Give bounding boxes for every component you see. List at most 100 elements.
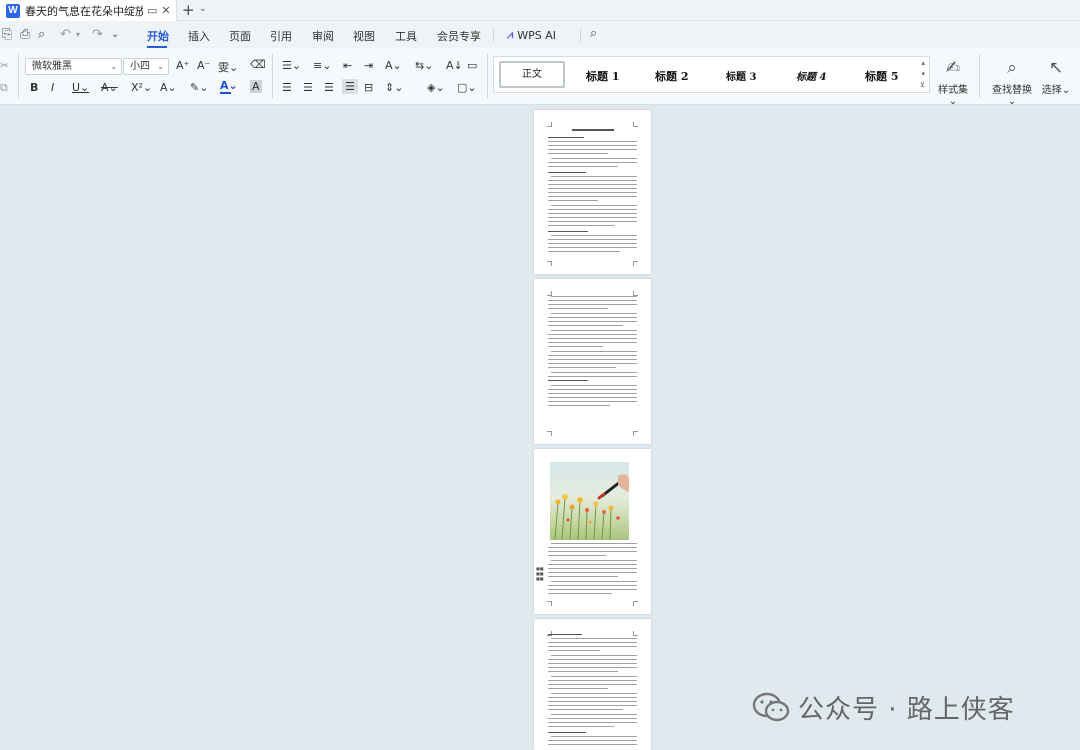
style-gallery: 正文 标题 1 标题 2 标题 3 标题 4 标题 5 ▴ ▾ ⊻: [493, 56, 930, 93]
line-spacing-icon[interactable]: ⇕⌄: [385, 81, 403, 94]
tab-wps-ai[interactable]: ⩘ WPS AI: [507, 28, 556, 42]
text-line: [551, 235, 637, 236]
document-page-3[interactable]: ■■ ■■ ■■: [534, 449, 651, 614]
increase-indent-icon[interactable]: ⇥: [364, 59, 373, 72]
text-effect-icon[interactable]: A⌄: [160, 81, 177, 94]
style-heading-4[interactable]: 标题 4: [796, 68, 826, 83]
numbered-list-icon[interactable]: ≡⌄: [313, 59, 331, 72]
strikethrough-icon[interactable]: A⌄: [101, 81, 118, 94]
comment-marker[interactable]: ■■ ■■ ■■: [536, 566, 544, 581]
undo-icon[interactable]: ↶: [60, 27, 71, 42]
document-page-2[interactable]: [534, 279, 651, 444]
paste-icon[interactable]: ⧉: [0, 81, 8, 95]
font-size-value: 小四: [130, 61, 150, 72]
cut-icon[interactable]: ✂: [0, 59, 9, 72]
sort-icon[interactable]: A↓: [446, 59, 463, 72]
font-size-select[interactable]: 小四 ⌄: [123, 58, 169, 75]
font-color-bar: [220, 92, 231, 94]
text-line: [548, 192, 637, 193]
style-heading-3[interactable]: 标题 3: [726, 68, 756, 83]
bold-icon[interactable]: B: [30, 81, 38, 94]
chinese-layout-icon[interactable]: ⇆⌄: [415, 59, 433, 72]
text-line: [548, 317, 637, 318]
tab-list-chevron-icon[interactable]: ⌄: [199, 4, 207, 14]
distributed-icon[interactable]: ⊟: [364, 81, 373, 94]
close-tab-icon[interactable]: ✕: [161, 4, 170, 17]
text-line: [548, 697, 637, 698]
justify-icon[interactable]: ☰: [342, 79, 358, 94]
text-line: [551, 581, 637, 582]
text-line: [548, 380, 588, 381]
select-button[interactable]: ↖ 选择⌄: [1040, 58, 1072, 96]
style-heading-2[interactable]: 标题 2: [655, 68, 688, 84]
gallery-more-icon[interactable]: ⊻: [920, 81, 925, 89]
tab-page[interactable]: 页面: [229, 28, 251, 44]
search-icon[interactable]: ⌕: [590, 26, 597, 41]
more-chevron-icon[interactable]: ⌄: [111, 29, 119, 40]
increase-font-icon[interactable]: A⁺: [176, 59, 189, 72]
tab-references[interactable]: 引用: [270, 28, 292, 44]
page-corner-mark: [633, 631, 638, 636]
highlight-icon[interactable]: ✎⌄: [190, 81, 208, 94]
text-line: [548, 342, 637, 343]
document-page-1[interactable]: [534, 110, 651, 274]
style-normal[interactable]: 正文: [499, 61, 565, 88]
ribbon-toolbar: ✂ ⧉ 微软雅黑 ⌄ 小四 ⌄ A⁺ A⁻ 雯⌄ ⌫ B I U⌄ A⌄ X²⌄…: [0, 48, 1080, 107]
align-center-icon[interactable]: ☰: [303, 81, 313, 94]
show-marks-icon[interactable]: ▭: [467, 59, 477, 72]
decrease-indent-icon[interactable]: ⇤: [343, 59, 352, 72]
page-corner-mark: [633, 122, 638, 127]
new-tab-button[interactable]: +: [182, 1, 195, 19]
bullet-list-icon[interactable]: ☰⌄: [282, 59, 301, 72]
border-icon[interactable]: ▢⌄: [457, 81, 477, 94]
text-line: [548, 659, 637, 660]
tab-review[interactable]: 审阅: [312, 28, 334, 44]
gallery-up-icon[interactable]: ▴: [921, 59, 925, 67]
italic-icon[interactable]: I: [51, 81, 54, 94]
shading-icon[interactable]: ◈⌄: [427, 81, 445, 94]
text-line: [548, 225, 614, 226]
text-line: [548, 646, 637, 647]
character-shading-icon[interactable]: A: [250, 80, 262, 93]
menu-bar: ⎘ ⎙ ⌕ ↶ ▾ ↷ ⌄ 开始 插入 页面 引用 审阅 视图 工具 会员专享 …: [0, 21, 1080, 48]
style-heading-1[interactable]: 标题 1: [586, 68, 619, 84]
illustration-image[interactable]: [550, 462, 629, 540]
undo-dropdown-icon[interactable]: ▾: [76, 30, 80, 39]
decrease-font-icon[interactable]: A⁻: [197, 59, 210, 72]
text-line: [548, 243, 637, 244]
font-family-select[interactable]: 微软雅黑 ⌄: [25, 58, 122, 75]
gallery-down-icon[interactable]: ▾: [921, 70, 925, 78]
style-set-button[interactable]: ✍ 样式集⌄: [935, 58, 971, 107]
find-replace-button[interactable]: ⌕ 查找替换⌄: [988, 58, 1036, 107]
text-line: [548, 393, 637, 394]
text-line: [548, 688, 608, 689]
align-left-icon[interactable]: ☰: [282, 81, 292, 94]
print-icon[interactable]: ⎙: [20, 27, 30, 42]
chevron-down-icon: ⌄: [1061, 85, 1071, 96]
style-heading-5[interactable]: 标题 5: [865, 68, 898, 84]
font-color-icon[interactable]: A⌄: [220, 79, 238, 92]
superscript-icon[interactable]: X²⌄: [131, 81, 152, 94]
document-page-4[interactable]: [534, 619, 651, 750]
print-preview-icon[interactable]: ⌕: [38, 27, 45, 42]
tab-home[interactable]: 开始: [147, 28, 169, 44]
tab-tools[interactable]: 工具: [395, 28, 417, 44]
redo-icon[interactable]: ↷: [92, 27, 103, 42]
align-right-icon[interactable]: ☰: [324, 81, 334, 94]
text-line: [551, 714, 637, 715]
underline-icon[interactable]: U⌄: [72, 81, 89, 94]
window-icon[interactable]: ▭: [147, 4, 157, 17]
clear-format-icon[interactable]: ⌫: [250, 58, 266, 71]
text-line: [548, 684, 637, 685]
document-tab[interactable]: W 春天的气息在花朵中绽放.docx ▭ ✕: [0, 0, 177, 21]
share-icon[interactable]: ⎘: [2, 27, 12, 42]
text-line: [548, 217, 637, 218]
tab-view[interactable]: 视图: [353, 28, 375, 44]
tab-member[interactable]: 会员专享: [437, 28, 481, 44]
text-direction-icon[interactable]: A⌄: [385, 59, 402, 72]
phonetic-guide-icon[interactable]: 雯⌄: [218, 59, 238, 75]
text-line: [548, 184, 637, 185]
text-line: [551, 693, 637, 694]
text-line: [548, 247, 637, 248]
tab-insert[interactable]: 插入: [188, 28, 210, 44]
